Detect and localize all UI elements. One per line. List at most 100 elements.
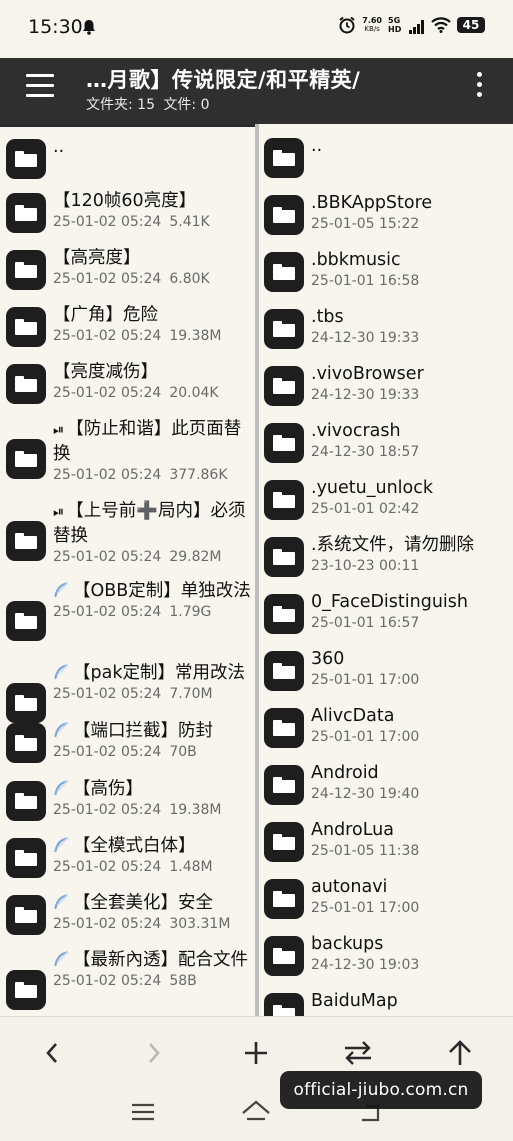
item-name: BaiduMap xyxy=(311,991,398,1011)
folder-icon xyxy=(264,822,304,862)
file-list-item[interactable]: 【全套美化】安全 25-01-02 05:24 303.31M xyxy=(6,891,252,935)
file-list-item[interactable]: 0_FaceDistinguish 25-01-01 16:57 xyxy=(264,590,510,634)
item-name-text: 【防止和谐】此页面替换 xyxy=(53,419,242,464)
item-name: 0_FaceDistinguish xyxy=(311,592,468,612)
folder-icon xyxy=(6,364,46,404)
item-name-text: 【全模式白体】 xyxy=(73,836,196,856)
item-meta: 25-01-02 05:24 1.79G xyxy=(53,603,252,621)
forward-button[interactable] xyxy=(136,1035,172,1071)
item-size: 7.70M xyxy=(169,686,213,702)
file-list-item[interactable]: 360 25-01-01 17:00 xyxy=(264,647,510,691)
file-list-item[interactable]: .系统文件，请勿删除 23-10-23 00:11 xyxy=(264,533,510,577)
item-date: 24-12-30 19:33 xyxy=(311,387,420,403)
item-name: .vivoBrowser xyxy=(311,364,424,384)
item-date: 25-01-02 05:24 xyxy=(53,328,162,344)
item-name: ⏯ 【防止和谐】此页面替换 xyxy=(53,417,252,466)
file-list-item[interactable]: ⏯ 【上号前➕局内】必须替换 25-01-02 05:24 29.82M xyxy=(6,499,252,566)
item-meta: 25-01-02 05:24 1.48M xyxy=(53,858,252,876)
item-meta: 25-01-02 05:24 6.80K xyxy=(53,270,252,288)
item-name: 【最新內透】配合文件 xyxy=(53,948,252,972)
file-list-item[interactable]: .vivocrash 24-12-30 18:57 xyxy=(264,419,510,463)
file-list-item[interactable]: .yuetu_unlock 25-01-01 02:42 xyxy=(264,476,510,520)
feather-icon xyxy=(54,780,69,796)
feather-icon xyxy=(54,664,69,680)
folder-icon xyxy=(264,936,304,976)
file-list-item[interactable]: 【端口拦截】防封 25-01-02 05:24 70B xyxy=(6,719,252,763)
file-list-item[interactable]: .. xyxy=(264,134,510,178)
swap-panes-button[interactable] xyxy=(340,1035,376,1071)
item-meta: 25-01-02 05:24 7.70M xyxy=(53,685,252,703)
item-name: Android xyxy=(311,763,379,783)
hamburger-menu-icon[interactable] xyxy=(26,74,54,98)
folder-icon xyxy=(6,193,46,233)
item-size: 29.82M xyxy=(169,549,222,565)
system-home-button[interactable] xyxy=(241,1097,271,1127)
folder-count: 文件夹: 15 xyxy=(86,97,155,113)
item-date: 25-01-01 17:00 xyxy=(311,900,420,916)
folder-icon xyxy=(264,309,304,349)
item-name-text: .. xyxy=(53,137,65,157)
file-list-item[interactable]: .bbkmusic 25-01-01 16:58 xyxy=(264,248,510,292)
item-name-text: 【广角】危险 xyxy=(53,305,158,325)
folder-icon xyxy=(6,683,46,723)
file-list-item[interactable]: Android 24-12-30 19:40 xyxy=(264,761,510,805)
file-list-item[interactable]: 【全模式白体】 25-01-02 05:24 1.48M xyxy=(6,834,252,878)
item-name: ⏯ 【上号前➕局内】必须替换 xyxy=(53,499,252,548)
item-date: 25-01-01 16:58 xyxy=(311,273,420,289)
item-date: 25-01-02 05:24 xyxy=(53,467,162,483)
right-file-pane[interactable]: .. .BBKAppStore 25-01-05 15:22 .bbkmusic 25-… xyxy=(259,124,513,1016)
file-list-item[interactable]: 【OBB定制】单独改法 25-01-02 05:24 1.79G xyxy=(6,579,252,641)
item-date: 25-01-02 05:24 xyxy=(53,549,162,565)
more-options-icon[interactable] xyxy=(477,72,483,98)
item-date: 25-01-01 16:57 xyxy=(311,615,420,631)
item-date: 25-01-01 17:00 xyxy=(311,729,420,745)
folder-icon xyxy=(264,594,304,634)
item-name: 360 xyxy=(311,649,345,669)
folder-icon xyxy=(6,970,46,1010)
item-name: AndroLua xyxy=(311,820,394,840)
file-list-item[interactable]: 【120帧60亮度】 25-01-02 05:24 5.41K xyxy=(6,189,252,233)
item-meta: 25-01-02 05:24 58B xyxy=(53,972,252,990)
system-menu-button[interactable] xyxy=(128,1097,158,1127)
file-list-item[interactable]: backups 24-12-30 19:03 xyxy=(264,932,510,976)
parent-directory-button[interactable] xyxy=(442,1035,478,1071)
add-button[interactable] xyxy=(238,1035,274,1071)
item-size: 1.79G xyxy=(169,604,212,620)
item-meta: 25-01-02 05:24 303.31M xyxy=(53,915,252,933)
file-list-item[interactable]: autonavi 25-01-01 17:00 xyxy=(264,875,510,919)
item-name: 【广角】危险 xyxy=(53,303,252,327)
item-name: 【全套美化】安全 xyxy=(53,891,252,915)
file-list-item[interactable]: BaiduMap xyxy=(264,989,510,1016)
file-list-item[interactable]: 【pak定制】常用改法 25-01-02 05:24 7.70M xyxy=(6,661,252,723)
file-list-item[interactable]: AlivcData 25-01-01 17:00 xyxy=(264,704,510,748)
item-date: 25-01-02 05:24 xyxy=(53,859,162,875)
item-name: .系统文件，请勿删除 xyxy=(311,535,475,555)
file-list-item[interactable]: 【高伤】 25-01-02 05:24 19.38M xyxy=(6,777,252,821)
back-button[interactable] xyxy=(34,1035,70,1071)
item-size: 70B xyxy=(169,744,197,760)
file-list-item[interactable]: 【最新內透】配合文件 25-01-02 05:24 58B xyxy=(6,948,252,1010)
item-date: 25-01-01 02:42 xyxy=(311,501,420,517)
file-list-item[interactable]: .. xyxy=(6,135,252,179)
file-list-item[interactable]: ⏯ 【防止和谐】此页面替换 25-01-02 05:24 377.86K xyxy=(6,417,252,484)
item-name-text: 【pak定制】常用改法 xyxy=(73,663,245,683)
left-file-pane[interactable]: .. 【120帧60亮度】 25-01-02 05:24 5.41K 【高亮度】 25-0… xyxy=(0,124,255,1016)
item-date: 23-10-23 00:11 xyxy=(311,558,420,574)
folder-icon xyxy=(264,423,304,463)
status-time: 15:30 xyxy=(28,16,83,38)
folder-icon xyxy=(6,838,46,878)
file-list-item[interactable]: 【亮度减伤】 25-01-02 05:24 20.04K xyxy=(6,360,252,404)
file-list-item[interactable]: .tbs 24-12-30 19:33 xyxy=(264,305,510,349)
file-list-item[interactable]: 【广角】危险 25-01-02 05:24 19.38M xyxy=(6,303,252,347)
folder-icon xyxy=(6,307,46,347)
item-date: 24-12-30 19:03 xyxy=(311,957,420,973)
file-list-item[interactable]: .BBKAppStore 25-01-05 15:22 xyxy=(264,191,510,235)
item-date: 25-01-02 05:24 xyxy=(53,686,162,702)
file-list-item[interactable]: AndroLua 25-01-05 11:38 xyxy=(264,818,510,862)
file-list-item[interactable]: .vivoBrowser 24-12-30 19:33 xyxy=(264,362,510,406)
file-list-item[interactable]: 【高亮度】 25-01-02 05:24 6.80K xyxy=(6,246,252,290)
network-speed: 7.60 KB/s xyxy=(362,16,382,33)
item-name: AlivcData xyxy=(311,706,395,726)
folder-icon xyxy=(264,195,304,235)
item-size: 19.38M xyxy=(169,328,222,344)
